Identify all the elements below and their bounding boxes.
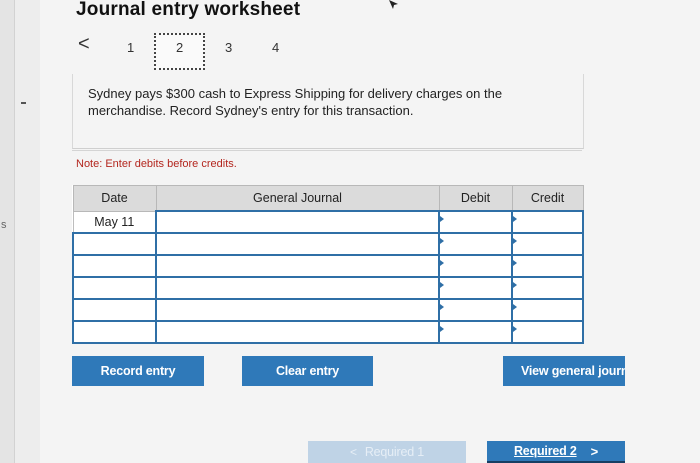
table-row: May 11 xyxy=(72,210,584,234)
debit-input[interactable] xyxy=(438,210,513,234)
page-title: Journal entry worksheet xyxy=(76,0,301,20)
credit-input[interactable] xyxy=(511,254,584,278)
input-marker-icon xyxy=(440,326,444,332)
note-text: Note: Enter debits before credits. xyxy=(76,158,237,170)
required-1-label: Required 1 xyxy=(364,445,424,459)
edge-dash xyxy=(21,102,26,104)
input-marker-icon xyxy=(513,216,517,222)
journal-table: Date General Journal Debit Credit May 11 xyxy=(72,185,584,344)
record-entry-button[interactable]: Record entry xyxy=(72,356,204,386)
pager-page-1[interactable]: 1 xyxy=(127,40,134,55)
instructions-text: Sydney pays $300 cash to Express Shippin… xyxy=(88,86,503,118)
table-header-row: Date General Journal Debit Credit xyxy=(72,185,584,212)
column-header-debit: Debit xyxy=(438,185,513,212)
column-header-account: General Journal xyxy=(155,185,440,212)
pager-prev-icon[interactable]: < xyxy=(78,34,90,54)
credit-input[interactable] xyxy=(511,320,584,344)
input-marker-icon xyxy=(440,216,444,222)
debit-input[interactable] xyxy=(438,232,513,256)
mouse-cursor-icon xyxy=(389,0,398,9)
input-marker-icon xyxy=(440,238,444,244)
date-input[interactable] xyxy=(72,298,157,322)
account-input[interactable] xyxy=(155,298,440,322)
table-row xyxy=(72,254,584,278)
debit-input[interactable] xyxy=(438,276,513,300)
chevron-right-icon: > xyxy=(590,443,599,459)
pager-page-2[interactable]: 2 xyxy=(176,40,183,55)
table-row xyxy=(72,276,584,300)
required-1-button[interactable]: < Required 1 xyxy=(308,441,466,463)
left-edge-panel xyxy=(0,0,15,463)
account-input[interactable] xyxy=(155,254,440,278)
input-marker-icon xyxy=(513,282,517,288)
input-marker-icon xyxy=(440,282,444,288)
input-marker-icon xyxy=(440,260,444,266)
account-input[interactable] xyxy=(155,320,440,344)
table-row xyxy=(72,232,584,256)
debit-input[interactable] xyxy=(438,254,513,278)
clear-entry-button[interactable]: Clear entry xyxy=(242,356,373,386)
debit-input[interactable] xyxy=(438,298,513,322)
input-marker-icon xyxy=(513,326,517,332)
date-cell: May 11 xyxy=(72,210,157,234)
edge-label: s xyxy=(1,219,7,231)
date-input[interactable] xyxy=(72,276,157,300)
credit-input[interactable] xyxy=(511,298,584,322)
column-header-credit: Credit xyxy=(511,185,584,212)
table-row xyxy=(72,320,584,344)
account-input[interactable] xyxy=(155,210,440,234)
date-input[interactable] xyxy=(72,320,157,344)
credit-input[interactable] xyxy=(511,276,584,300)
account-input[interactable] xyxy=(155,276,440,300)
account-input[interactable] xyxy=(155,232,440,256)
chevron-left-icon: < xyxy=(350,445,357,459)
pager-page-4[interactable]: 4 xyxy=(272,40,279,55)
pager-page-3[interactable]: 3 xyxy=(225,40,232,55)
credit-input[interactable] xyxy=(511,232,584,256)
required-2-label: Required 2 xyxy=(513,444,577,458)
view-general-journal-button[interactable]: View general journ xyxy=(503,356,625,386)
credit-input[interactable] xyxy=(511,210,584,234)
input-marker-icon xyxy=(513,304,517,310)
divider xyxy=(72,150,582,151)
date-input[interactable] xyxy=(72,232,157,256)
input-marker-icon xyxy=(513,238,517,244)
date-input[interactable] xyxy=(72,254,157,278)
input-marker-icon xyxy=(513,260,517,266)
required-2-button[interactable]: Required 2 > xyxy=(487,441,625,463)
table-row xyxy=(72,298,584,322)
input-marker-icon xyxy=(440,304,444,310)
debit-input[interactable] xyxy=(438,320,513,344)
column-header-date: Date xyxy=(72,185,157,212)
